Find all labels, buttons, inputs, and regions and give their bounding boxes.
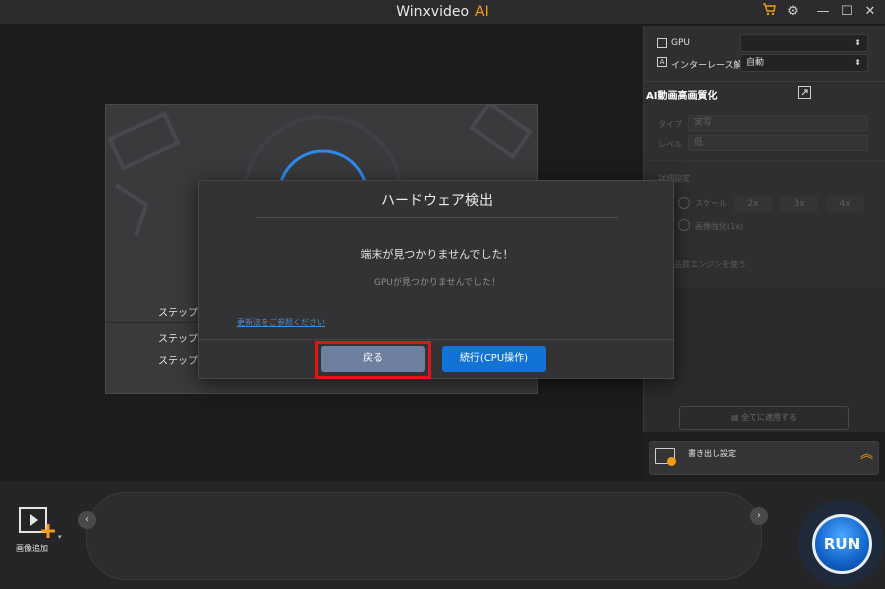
export-settings-label: 書き出し設定 bbox=[688, 449, 736, 458]
export-settings-icon bbox=[655, 448, 676, 466]
back-button[interactable]: 戻る bbox=[321, 346, 425, 372]
run-button[interactable]: RUN bbox=[812, 514, 872, 574]
level-select: 低 bbox=[688, 135, 868, 151]
dialog-footer-divider bbox=[199, 339, 675, 340]
dialog-title: ハードウェア検出 bbox=[381, 193, 493, 209]
app-title-ai: AI bbox=[475, 4, 489, 20]
gear-icon[interactable]: ⚙ bbox=[783, 3, 803, 21]
close-icon[interactable]: ✕ bbox=[860, 3, 880, 21]
cart-icon[interactable] bbox=[759, 3, 779, 21]
enhance-label: 画像強化(1x) bbox=[695, 222, 744, 231]
section-divider bbox=[644, 81, 885, 82]
type-value: 実写 bbox=[694, 118, 713, 128]
scale-3x-button: 3x bbox=[780, 196, 818, 212]
export-gear-icon bbox=[667, 457, 676, 466]
chevron-up-icon[interactable]: ︽ bbox=[860, 448, 873, 462]
dialog-title-divider bbox=[256, 217, 618, 218]
app-title: Winxvideo AI bbox=[0, 0, 885, 25]
gpu-chip-icon bbox=[657, 38, 667, 48]
section-divider bbox=[644, 160, 885, 161]
add-video-button[interactable] bbox=[18, 506, 58, 540]
gpu-select[interactable]: ⬍ bbox=[740, 34, 868, 52]
timeline-area bbox=[86, 492, 762, 580]
level-label: レベル bbox=[658, 140, 682, 149]
continue-cpu-button[interactable]: 続行(CPU操作) bbox=[442, 346, 546, 372]
update-guide-link[interactable]: 更新法をご参照ください bbox=[237, 317, 325, 328]
maximize-icon[interactable]: ☐ bbox=[837, 3, 857, 21]
scale-4x-button: 4x bbox=[826, 196, 864, 212]
hardware-detection-dialog: ハードウェア検出 端末が見つかりませんでした！ GPUが見つかりませんでした！ … bbox=[198, 180, 675, 379]
add-video-label: 画像追加 bbox=[16, 544, 48, 553]
dialog-message: 端末が見つかりませんでした！ bbox=[360, 248, 514, 261]
apply-all-button: ▤ 全てに適用する bbox=[679, 406, 849, 430]
app-title-name: Winxvideo bbox=[396, 4, 470, 20]
engine-label: 高品質エンジンを使う bbox=[666, 260, 746, 269]
type-label: タイプ bbox=[658, 120, 682, 129]
deinterlace-icon: A bbox=[657, 57, 667, 67]
apply-all-label: 全てに適用する bbox=[741, 413, 798, 422]
scale-label: スケール bbox=[695, 199, 727, 208]
add-video-dropdown-icon[interactable]: ▾ bbox=[58, 533, 62, 541]
scale-2x-button: 2x bbox=[734, 196, 772, 212]
add-video-icon bbox=[19, 507, 55, 538]
deinterlace-value: 自動 bbox=[746, 58, 765, 68]
enhance-radio bbox=[678, 219, 690, 231]
export-settings[interactable]: 書き出し設定 ︽ bbox=[649, 441, 879, 475]
ai-section-title: AI動画高画質化 bbox=[646, 91, 718, 102]
settings-panel: GPU ⬍ A インターレース解除 自動 ⬍ AI動画高画質化 タイプ 実写 レベ… bbox=[643, 26, 885, 432]
apply-all-icon: ▤ bbox=[730, 413, 742, 422]
gpu-label: GPU bbox=[671, 38, 690, 48]
scroll-right-icon[interactable]: › bbox=[750, 507, 768, 525]
dialog-sub-message: GPUが見つかりませんでした！ bbox=[373, 278, 501, 288]
chevron-updown-icon: ⬍ bbox=[854, 38, 861, 47]
type-select: 実写 bbox=[688, 115, 868, 131]
minimize-icon[interactable]: — bbox=[813, 3, 833, 21]
scale-radio bbox=[678, 197, 690, 209]
level-value: 低 bbox=[694, 138, 704, 148]
chevron-updown-icon: ⬍ bbox=[854, 58, 861, 67]
expand-icon[interactable] bbox=[798, 86, 811, 99]
scroll-left-icon[interactable]: ‹ bbox=[78, 511, 96, 529]
deinterlace-select[interactable]: 自動 ⬍ bbox=[740, 54, 868, 72]
